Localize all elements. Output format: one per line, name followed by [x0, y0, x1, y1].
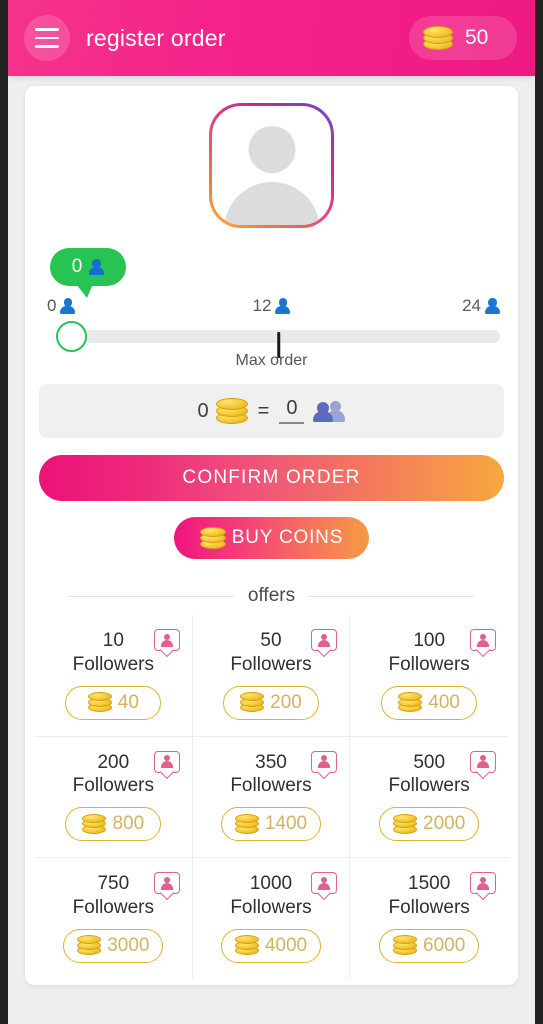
- offer-price-value: 1400: [264, 813, 308, 834]
- page-title: register order: [86, 24, 226, 51]
- offer-price-pill[interactable]: 800: [65, 807, 162, 841]
- coin-stack-icon: [215, 397, 248, 425]
- offer-price-pill[interactable]: 4000: [220, 928, 322, 963]
- coin-stack-icon: [393, 813, 418, 835]
- coin-stack-icon: [423, 25, 453, 51]
- slider-track[interactable]: [57, 330, 500, 358]
- avatar[interactable]: [209, 103, 334, 228]
- app-screen: register order 50 0 0 12 24 Max order 0 …: [8, 0, 535, 1024]
- offer-card[interactable]: 750 Followers 3000: [35, 858, 193, 979]
- offer-price-value: 800: [112, 813, 145, 834]
- offer-price-value: 2000: [423, 813, 466, 834]
- follower-badge-icon: [311, 750, 338, 773]
- equals-sign: =: [257, 399, 270, 422]
- offer-card[interactable]: 350 Followers 1400: [192, 736, 351, 858]
- slider-tick-min-value: 0: [47, 296, 57, 315]
- offer-price-pill[interactable]: 400: [381, 685, 478, 720]
- menu-line: [35, 45, 59, 48]
- confirm-order-button[interactable]: CONFIRM ORDER: [39, 455, 504, 501]
- coin-stack-icon: [234, 935, 259, 956]
- offer-price-pill[interactable]: 2000: [379, 807, 480, 841]
- follower-badge-icon: [470, 750, 496, 773]
- person-icon: [275, 298, 291, 314]
- menu-line: [35, 28, 59, 31]
- offers-grid: 10 Followers 40 50 Followers 200 100 Followers 4…: [35, 615, 508, 979]
- offer-card[interactable]: 1500 Followers 6000: [350, 858, 508, 979]
- offer-card[interactable]: 100 Followers 400: [350, 615, 508, 737]
- offer-price-value: 4000: [264, 934, 308, 956]
- offer-card[interactable]: 10 Followers 40: [35, 615, 193, 737]
- offer-price-value: 6000: [423, 934, 466, 956]
- follower-badge-icon: [470, 872, 496, 894]
- offer-price-pill[interactable]: 40: [65, 685, 162, 720]
- coin-stack-icon: [199, 526, 226, 550]
- max-order-label: Max order: [235, 352, 308, 369]
- coin-stack-icon: [234, 813, 259, 835]
- coin-stack-icon: [393, 935, 418, 956]
- coin-stack-icon: [87, 692, 112, 713]
- follower-badge-icon: [470, 629, 496, 651]
- offer-price-value: 40: [117, 691, 139, 713]
- avatar-head: [248, 126, 295, 173]
- coin-balance-value: 50: [465, 26, 489, 49]
- offer-card[interactable]: 50 Followers 200: [192, 615, 351, 737]
- user-avatar-placeholder-icon: [212, 106, 331, 225]
- avatar-body: [223, 182, 320, 225]
- person-icon: [60, 298, 76, 314]
- coin-stack-icon: [77, 935, 102, 956]
- follower-badge-icon: [311, 629, 338, 651]
- offer-card[interactable]: 500 Followers 2000: [350, 737, 508, 858]
- offer-price-value: 200: [270, 691, 302, 713]
- coin-balance-chip[interactable]: 50: [409, 16, 517, 60]
- slider-tick-max: 24: [462, 296, 500, 316]
- offer-card[interactable]: 1000 Followers 4000: [193, 858, 351, 979]
- offer-card[interactable]: 200 Followers 800: [35, 736, 193, 858]
- offer-price-pill[interactable]: 6000: [379, 928, 480, 963]
- coin-stack-icon: [398, 692, 423, 713]
- offer-price-pill[interactable]: 1400: [220, 807, 322, 841]
- follower-badge-icon: [153, 872, 180, 894]
- slider-value-bubble: 0: [50, 248, 126, 298]
- conversion-row: 0 = 0: [39, 384, 504, 438]
- offer-price-value: 3000: [107, 934, 150, 956]
- offers-section-header: offers: [69, 585, 474, 607]
- offer-price-pill[interactable]: 200: [222, 685, 319, 720]
- hamburger-menu-icon[interactable]: [24, 15, 70, 61]
- divider-left: [69, 595, 234, 597]
- divider-right: [309, 595, 474, 597]
- coin-stack-icon: [240, 692, 265, 713]
- person-icon: [485, 298, 500, 314]
- slider-tick-mid-value: 12: [252, 296, 272, 315]
- slider-thumb[interactable]: [56, 321, 87, 352]
- offer-price-value: 400: [428, 691, 460, 713]
- slider-tick-labels: 0 12 24: [43, 296, 500, 318]
- slider-track-row[interactable]: [43, 321, 500, 358]
- slider-tick-min: 0: [47, 296, 76, 316]
- follower-badge-icon: [153, 629, 180, 651]
- person-icon: [89, 259, 105, 275]
- order-slider[interactable]: 0 0 12 24 Max order: [43, 248, 500, 376]
- main-card: 0 0 12 24 Max order 0 = 0 CONFIRM ORDER …: [25, 86, 518, 985]
- follower-badge-icon: [311, 872, 338, 894]
- offers-title: offers: [247, 585, 296, 606]
- buy-coins-label: BUY COINS: [231, 527, 344, 548]
- offer-price-pill[interactable]: 3000: [63, 928, 164, 963]
- coin-stack-icon: [82, 813, 107, 835]
- slider-tick-mid: 12: [253, 296, 291, 316]
- slider-tick-max-value: 24: [462, 296, 481, 315]
- two-people-icon: [313, 400, 346, 422]
- app-header: register order 50: [8, 0, 535, 76]
- conversion-followers-value: 0: [279, 398, 305, 424]
- follower-badge-icon: [153, 750, 180, 773]
- menu-line: [35, 36, 59, 40]
- buy-coins-button[interactable]: BUY COINS: [173, 517, 370, 559]
- slider-value-text: 0: [71, 256, 83, 277]
- conversion-coins-value: 0: [197, 399, 209, 422]
